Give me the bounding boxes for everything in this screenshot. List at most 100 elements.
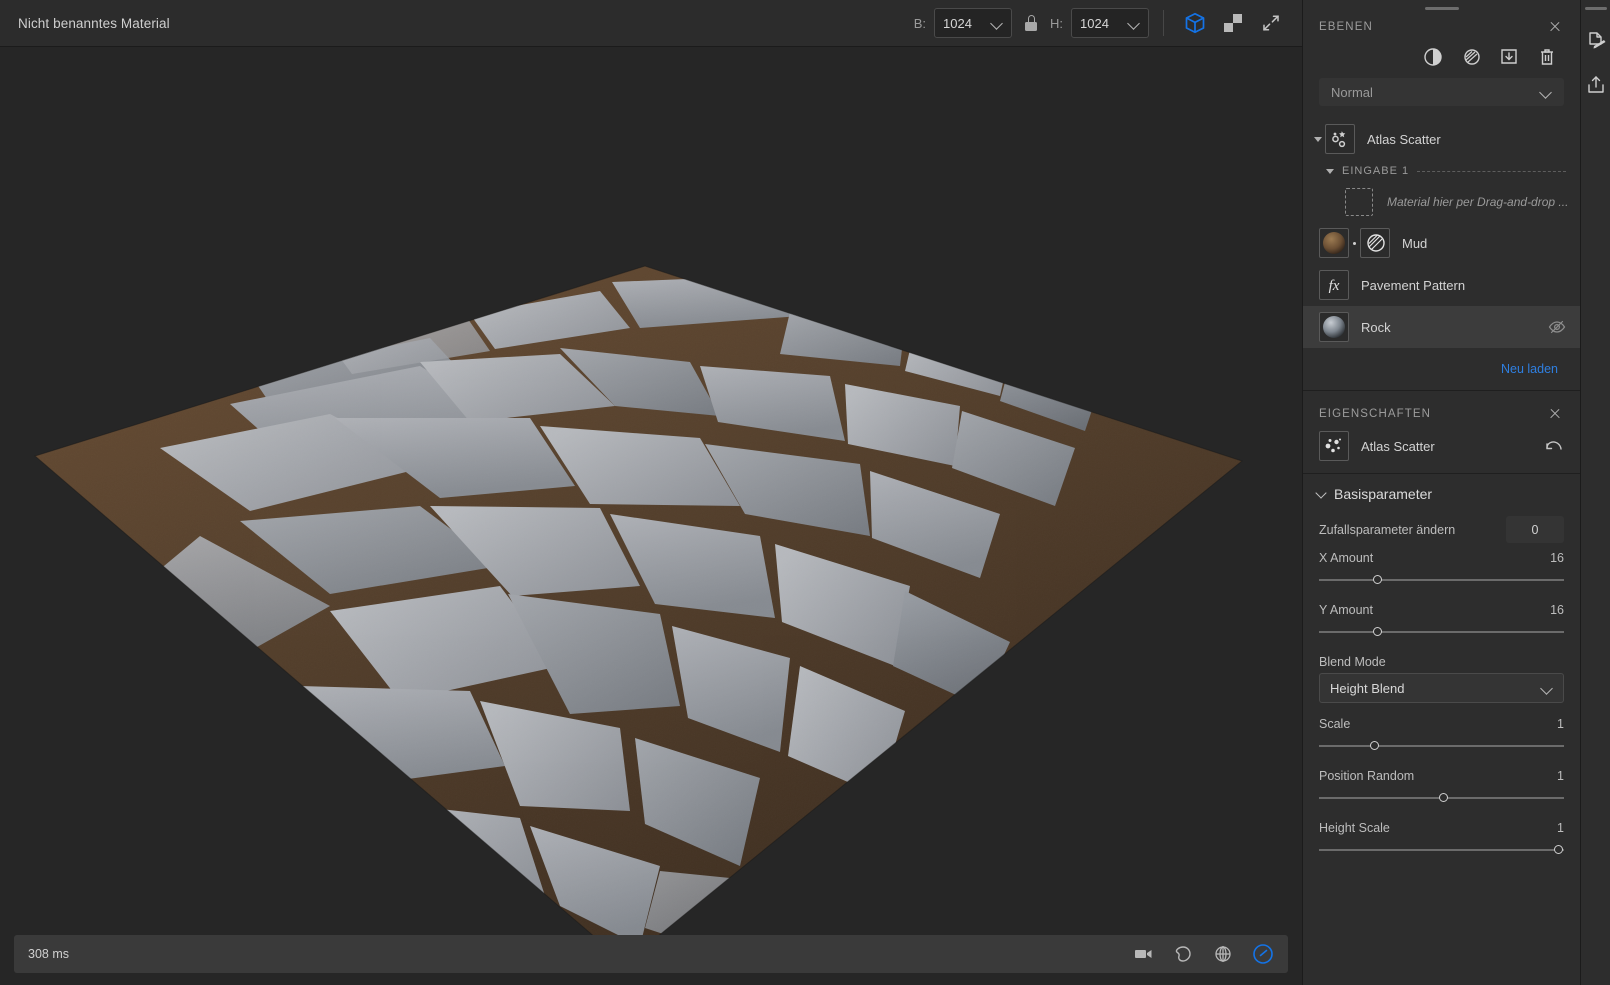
viewport-3d[interactable]: 308 ms — [0, 47, 1302, 985]
globe-grid-icon[interactable] — [1212, 943, 1234, 965]
application-window: Nicht benanntes Material B: 1024 H: 1024… — [0, 0, 1610, 985]
material-sphere-rock-icon[interactable] — [1319, 312, 1349, 342]
scale-slider[interactable] — [1319, 739, 1564, 753]
status-icon-group — [1132, 943, 1274, 965]
chevron-down-icon — [991, 17, 1003, 29]
layer-tools — [1303, 40, 1580, 76]
param-row-random-seed: Zufallsparameter ändern 0 — [1303, 510, 1580, 545]
slider-knob[interactable] — [1554, 845, 1564, 854]
mask-icon[interactable] — [1360, 228, 1390, 258]
document-edit-icon[interactable] — [1583, 28, 1609, 54]
slider-track — [1319, 849, 1564, 851]
width-select[interactable]: 1024 — [934, 8, 1012, 38]
layers-panel: EBENEN Normal Atlas Scatter EINGABE 1 Ma… — [1303, 10, 1580, 390]
slider-knob[interactable] — [1372, 575, 1382, 584]
param-label: Blend Mode — [1319, 655, 1386, 669]
material-sphere-mud-icon[interactable] — [1319, 228, 1349, 258]
input-group-header[interactable]: EINGABE 1 — [1303, 160, 1580, 182]
blend-mode-select[interactable]: Height Blend — [1319, 673, 1564, 703]
section-basisparameter[interactable]: Basisparameter — [1303, 474, 1580, 510]
blend-mode-value: Height Blend — [1330, 680, 1405, 696]
properties-panel-title: EIGENSCHAFTEN — [1319, 408, 1432, 420]
layer-name: Pavement Pattern — [1361, 277, 1466, 293]
mask-icon[interactable] — [1460, 46, 1482, 68]
close-icon[interactable] — [1546, 18, 1564, 36]
layer-name: Mud — [1402, 235, 1428, 251]
width-label: B: — [913, 15, 926, 31]
slider-track — [1319, 579, 1564, 581]
y-amount-slider[interactable] — [1319, 625, 1564, 639]
layer-blend-mode-value: Normal — [1331, 84, 1373, 100]
properties-node-name: Atlas Scatter — [1361, 438, 1435, 454]
fx-icon[interactable]: fx — [1319, 270, 1349, 300]
chevron-down-icon — [1317, 489, 1327, 499]
properties-panel-header: EIGENSCHAFTEN — [1303, 391, 1580, 429]
material-preview-render — [33, 265, 1244, 964]
height-label: H: — [1050, 15, 1063, 31]
import-icon[interactable] — [1498, 46, 1520, 68]
lock-shackle — [1027, 15, 1035, 22]
right-panel: EBENEN Normal Atlas Scatter EINGABE 1 Ma… — [1302, 0, 1580, 985]
video-camera-icon[interactable] — [1132, 943, 1154, 965]
rail-drag-handle[interactable] — [1584, 7, 1607, 10]
trash-icon[interactable] — [1536, 46, 1558, 68]
export-upload-icon[interactable] — [1583, 72, 1609, 98]
param-label: Zufallsparameter ändern — [1319, 522, 1456, 537]
layer-row-mud[interactable]: Mud — [1303, 222, 1580, 264]
chevron-down-icon[interactable] — [1311, 136, 1325, 142]
param-label: Y Amount — [1319, 603, 1373, 617]
close-icon[interactable] — [1546, 405, 1564, 423]
revert-arrow-icon[interactable] — [1544, 436, 1564, 456]
render-mode-icon[interactable] — [1252, 943, 1274, 965]
slider-knob[interactable] — [1439, 793, 1449, 802]
param-row-x-amount: X Amount 16 — [1303, 545, 1580, 567]
layer-row-pavement-pattern[interactable]: fx Pavement Pattern — [1303, 264, 1580, 306]
viewport-column: Nicht benanntes Material B: 1024 H: 1024… — [0, 0, 1302, 985]
material-drop-zone[interactable]: Material hier per Drag-and-drop ... — [1303, 182, 1580, 222]
dashed-divider — [1417, 170, 1566, 172]
scene-container — [0, 47, 1302, 985]
param-row-scale: Scale 1 — [1303, 711, 1580, 733]
checker-2d-icon[interactable] — [1216, 6, 1250, 40]
expand-arrows-icon[interactable] — [1254, 6, 1288, 40]
drop-zone-hint: Material hier per Drag-and-drop ... — [1387, 195, 1569, 209]
input-group-label: EINGABE 1 — [1342, 165, 1410, 177]
chevron-down-icon — [1540, 86, 1552, 98]
stone-tiles — [35, 266, 1242, 963]
height-scale-slider[interactable] — [1319, 843, 1564, 857]
drop-target-box[interactable] — [1345, 188, 1373, 216]
chevron-down-icon — [1541, 682, 1553, 694]
param-label: Scale — [1319, 717, 1351, 731]
eye-off-icon[interactable] — [1548, 318, 1566, 336]
lock-icon[interactable] — [1024, 15, 1038, 31]
slider-knob[interactable] — [1372, 627, 1382, 636]
param-row-y-amount: Y Amount 16 — [1303, 597, 1580, 619]
adjustment-circle-icon[interactable] — [1422, 46, 1444, 68]
layer-row-atlas-scatter[interactable]: Atlas Scatter — [1303, 118, 1580, 160]
width-group: B: 1024 — [914, 8, 1012, 38]
properties-node-row: Atlas Scatter — [1303, 429, 1580, 473]
param-value: 16 — [1550, 603, 1564, 617]
reload-link[interactable]: Neu laden — [1303, 348, 1580, 390]
random-seed-input[interactable]: 0 — [1506, 516, 1564, 543]
layers-panel-header: EBENEN — [1303, 10, 1580, 40]
scatter-dots-icon — [1319, 431, 1349, 461]
chevron-down-icon[interactable] — [1323, 168, 1337, 174]
height-select[interactable]: 1024 — [1071, 8, 1149, 38]
cube-3d-icon[interactable] — [1178, 6, 1212, 40]
param-value: 1 — [1557, 769, 1564, 783]
top-toolbar: Nicht benanntes Material B: 1024 H: 1024 — [0, 0, 1302, 47]
param-row-position-random: Position Random 1 — [1303, 763, 1580, 785]
slider-knob[interactable] — [1370, 741, 1380, 750]
layer-row-rock[interactable]: Rock — [1303, 306, 1580, 348]
slider-track — [1319, 631, 1564, 633]
section-title: Basisparameter — [1334, 486, 1433, 502]
x-amount-slider[interactable] — [1319, 573, 1564, 587]
height-value: 1024 — [1080, 15, 1109, 31]
layer-blend-mode-select[interactable]: Normal — [1319, 78, 1564, 106]
scatter-nodes-icon — [1325, 124, 1355, 154]
lock-body — [1025, 22, 1037, 31]
environment-icon[interactable] — [1172, 943, 1194, 965]
param-label: X Amount — [1319, 551, 1374, 565]
position-random-slider[interactable] — [1319, 791, 1564, 805]
